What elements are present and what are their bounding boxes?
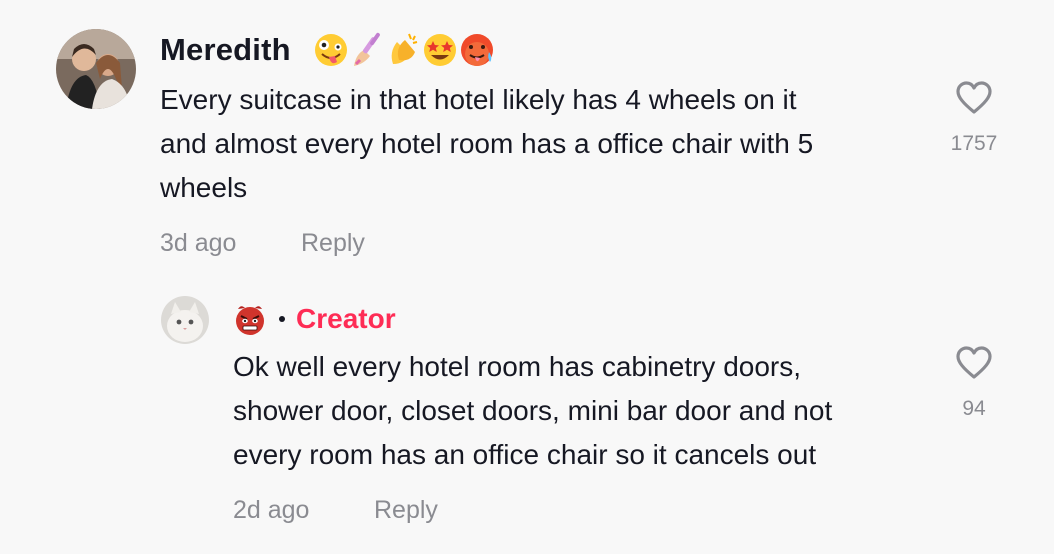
clapping-hands-emoji-icon (391, 33, 418, 64)
heart-icon (956, 346, 992, 379)
creator-badge: Creator (296, 303, 396, 334)
like-button[interactable] (955, 345, 993, 381)
nail-polish-emoji-icon (354, 32, 380, 66)
like-count: 94 (962, 397, 986, 420)
avatar[interactable] (56, 29, 136, 109)
star-struck-emoji-icon (424, 34, 456, 66)
heart-icon (956, 81, 992, 114)
reply-text: Ok well every hotel room has cabinetry d… (233, 345, 933, 477)
like-button[interactable] (955, 80, 993, 116)
angry-devil-emoji-icon (236, 306, 264, 335)
comment-text-line: wheels (160, 172, 248, 203)
reply-button[interactable]: Reply (374, 496, 438, 525)
reply-text-line: shower door, closet doors, mini bar door… (233, 395, 833, 426)
reply-button[interactable]: Reply (301, 229, 365, 258)
username-emojis (313, 30, 495, 70)
comment-timestamp: 3d ago (160, 229, 237, 257)
comment-text: Every suitcase in that hotel likely has … (160, 78, 920, 210)
zany-face-emoji-icon (315, 34, 347, 66)
reply-item: Creator Ok well every hotel room has cab… (0, 280, 1054, 554)
hot-face-emoji-icon (461, 34, 493, 66)
comment-text-line: Every suitcase in that hotel likely has … (160, 84, 797, 115)
reply-text-line: every room has an office chair so it can… (233, 439, 817, 470)
reply-text-line: Ok well every hotel room has cabinetry d… (233, 351, 802, 382)
separator-dot (279, 316, 285, 322)
reply-timestamp: 2d ago (233, 496, 310, 524)
comment-username[interactable]: Meredith (160, 32, 291, 68)
like-count: 1757 (950, 132, 998, 155)
comment-item: Meredith Every suitcase in that hotel li… (0, 0, 1054, 280)
avatar[interactable] (161, 296, 209, 344)
comment-text-line: and almost every hotel room has a office… (160, 128, 814, 159)
